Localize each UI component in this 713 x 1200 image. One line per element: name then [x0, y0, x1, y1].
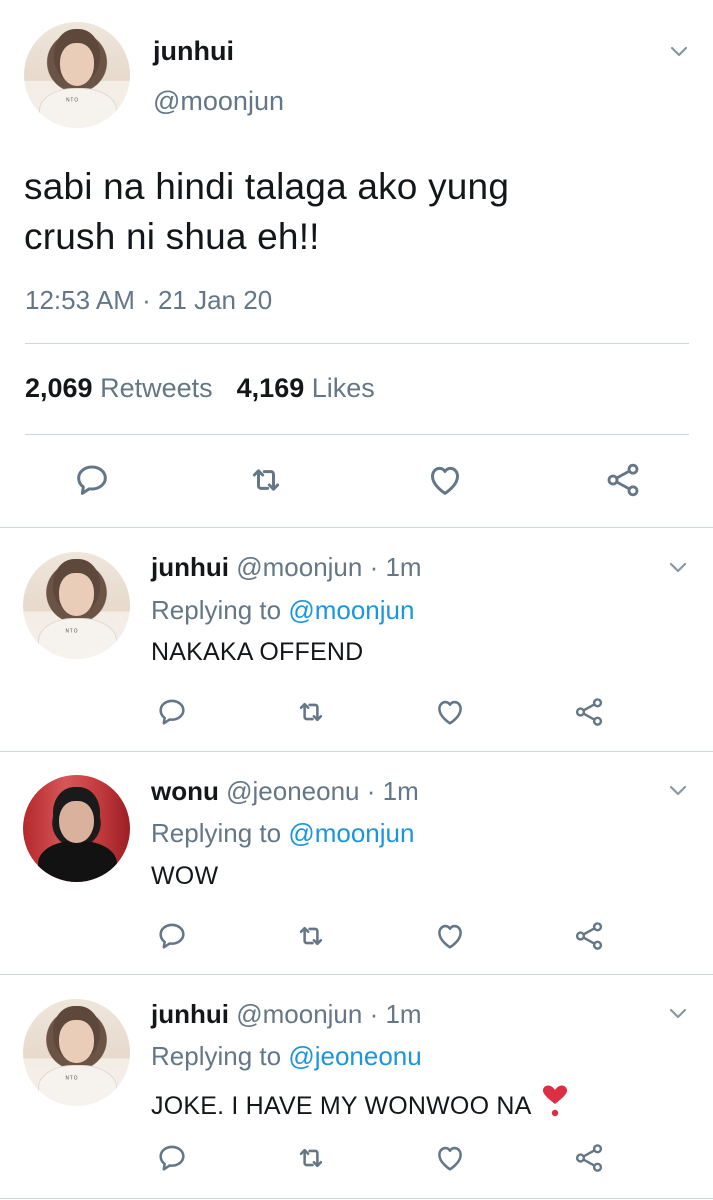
tweet-thread: ᴺᵀᴼ junhui @moonjun sabi na hindi talaga…	[0, 0, 713, 1200]
like-icon[interactable]	[433, 695, 467, 729]
heavy-heart-exclamation-icon	[540, 1084, 570, 1125]
retweets-count: 2,069	[25, 373, 93, 403]
retweets-stat[interactable]: 2,069 Retweets	[25, 373, 213, 403]
reply-header: junhui @moonjun · 1m	[151, 552, 422, 583]
likes-count: 4,169	[236, 373, 305, 403]
reply-icon[interactable]	[155, 695, 189, 729]
reply-icon[interactable]	[155, 919, 189, 953]
reply-text-wrap: JOKE. I HAVE MY WONWOO NA	[151, 1084, 570, 1125]
divider	[0, 1198, 713, 1199]
tweet-text-line: sabi na hindi talaga ako yung	[24, 166, 510, 207]
display-name[interactable]: junhui	[151, 999, 229, 1029]
avatar[interactable]: ᴺᵀᴼ	[24, 22, 130, 128]
tweet-stats: 2,069 Retweets 4,169 Likes	[25, 373, 375, 404]
chevron-down-icon[interactable]	[669, 42, 689, 62]
share-icon[interactable]	[572, 1141, 606, 1175]
reply-header: junhui @moonjun · 1m	[151, 999, 422, 1030]
share-icon[interactable]	[572, 695, 606, 729]
display-name[interactable]: junhui	[153, 36, 234, 67]
replying-to: Replying to @moonjun	[151, 818, 414, 849]
reply-tweet[interactable]: ᴺᵀᴼ junhui @moonjun · 1m Replying to @je…	[0, 975, 713, 1200]
replying-prefix: Replying to	[151, 818, 282, 848]
replying-to: Replying to @jeoneonu	[151, 1041, 422, 1072]
reply-time[interactable]: · 1m	[370, 999, 422, 1029]
chevron-down-icon[interactable]	[668, 1004, 688, 1024]
user-handle[interactable]: @moonjun	[236, 999, 362, 1029]
reply-text: WOW	[151, 862, 219, 890]
share-icon[interactable]	[572, 919, 606, 953]
divider	[25, 434, 689, 435]
reply-tweet[interactable]: wonu @jeoneonu · 1m Replying to @moonjun…	[0, 752, 713, 974]
reply-text: JOKE. I HAVE MY WONWOO NA	[151, 1092, 532, 1120]
replying-prefix: Replying to	[151, 1041, 282, 1071]
user-handle[interactable]: @jeoneonu	[226, 776, 359, 806]
reply-header: wonu @jeoneonu · 1m	[151, 776, 419, 807]
tweet-text: sabi na hindi talaga ako yung crush ni s…	[24, 162, 684, 262]
retweet-icon[interactable]	[294, 919, 328, 953]
replying-to-link[interactable]: @moonjun	[288, 595, 414, 625]
avatar[interactable]: ᴺᵀᴼ	[23, 999, 130, 1106]
reply-icon[interactable]	[155, 1141, 189, 1175]
replying-to-link[interactable]: @moonjun	[288, 818, 414, 848]
avatar[interactable]: ᴺᵀᴼ	[23, 552, 130, 659]
reply-time[interactable]: · 1m	[367, 776, 419, 806]
divider	[25, 343, 689, 344]
user-handle[interactable]: @moonjun	[236, 552, 362, 582]
chevron-down-icon[interactable]	[668, 781, 688, 801]
likes-label: Likes	[311, 373, 375, 403]
retweet-icon[interactable]	[294, 695, 328, 729]
like-icon[interactable]	[433, 919, 467, 953]
retweet-icon[interactable]	[246, 460, 286, 500]
avatar[interactable]	[23, 775, 130, 882]
reply-tweet[interactable]: ᴺᵀᴼ junhui @moonjun · 1m Replying to @mo…	[0, 528, 713, 751]
share-icon[interactable]	[603, 460, 643, 500]
reply-icon[interactable]	[72, 460, 112, 500]
replying-to: Replying to @moonjun	[151, 595, 414, 626]
display-name[interactable]: wonu	[151, 776, 219, 806]
reply-text: NAKAKA OFFEND	[151, 638, 364, 666]
retweets-label: Retweets	[100, 373, 213, 403]
likes-stat[interactable]: 4,169 Likes	[237, 373, 375, 403]
display-name[interactable]: junhui	[151, 552, 229, 582]
like-icon[interactable]	[425, 460, 465, 500]
tweet-timestamp[interactable]: 12:53 AM · 21 Jan 20	[25, 285, 272, 316]
tweet-text-line: crush ni shua eh!!	[24, 216, 320, 257]
user-handle[interactable]: @moonjun	[153, 86, 284, 117]
main-tweet[interactable]: ᴺᵀᴼ junhui @moonjun sabi na hindi talaga…	[0, 0, 713, 528]
reply-time[interactable]: · 1m	[370, 552, 422, 582]
replying-prefix: Replying to	[151, 595, 282, 625]
chevron-down-icon[interactable]	[668, 558, 688, 578]
like-icon[interactable]	[433, 1141, 467, 1175]
retweet-icon[interactable]	[294, 1141, 328, 1175]
replying-to-link[interactable]: @jeoneonu	[288, 1041, 421, 1071]
